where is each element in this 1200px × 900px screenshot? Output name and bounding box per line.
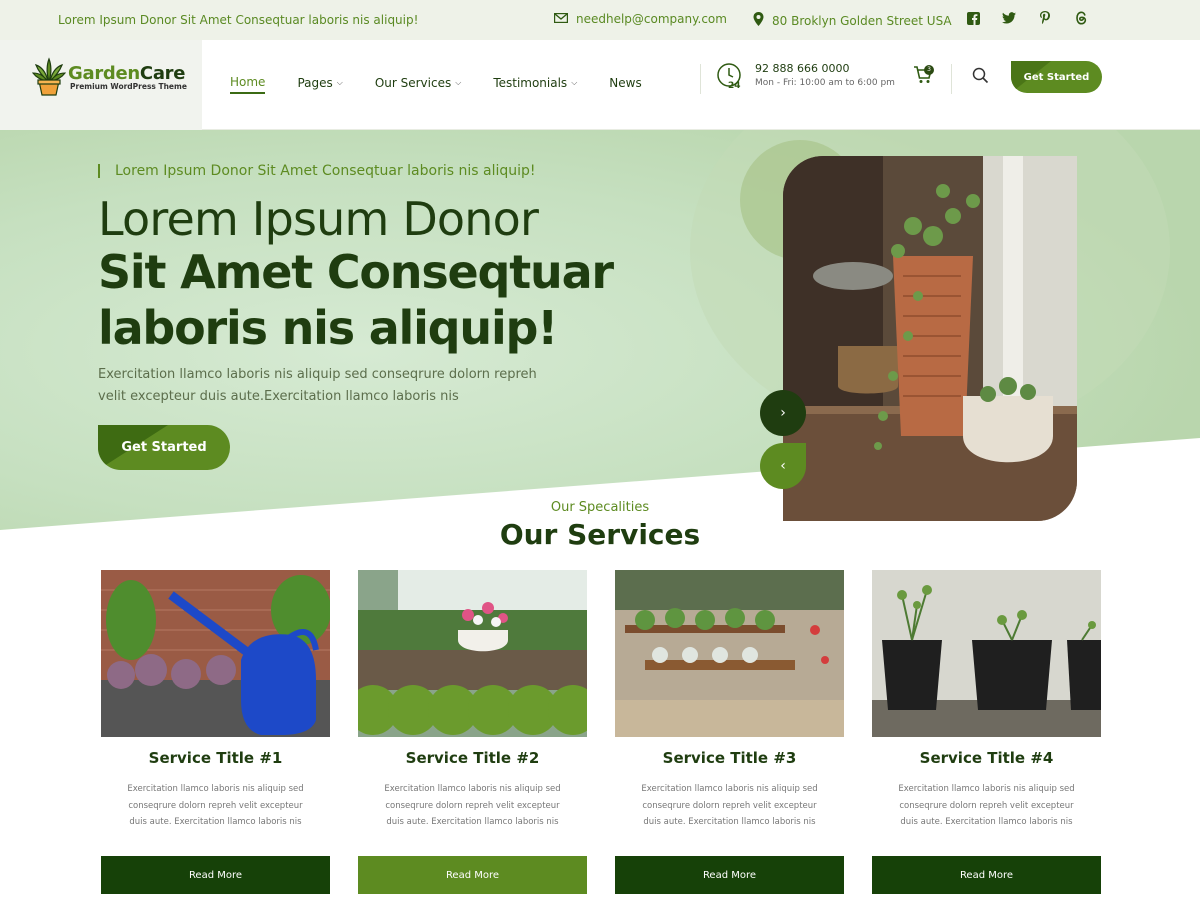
logo-title: GardenCare: [68, 63, 186, 84]
address-text: 80 Broklyn Golden Street USA: [772, 13, 952, 28]
site-header: GardenCare Premium WordPress Theme Home …: [0, 40, 1200, 130]
nav-our-services[interactable]: Our Services ⌵: [375, 72, 461, 94]
twitter-icon[interactable]: [1002, 11, 1016, 25]
divider: [951, 64, 952, 94]
hero-get-started-button[interactable]: Get Started: [98, 425, 230, 470]
top-address: 80 Broklyn Golden Street USA: [753, 12, 952, 29]
service-title: Service Title #4: [919, 749, 1054, 767]
services-grid: Service Title #1 Exercitation llamco lab…: [101, 570, 1101, 894]
threads-icon[interactable]: [1074, 11, 1088, 25]
chevron-down-icon: ⌵: [455, 78, 462, 87]
service-image: [358, 570, 587, 737]
hero-description: Exercitation llamco laboris nis aliquip …: [98, 367, 537, 404]
social-links: [966, 11, 1088, 25]
search-icon[interactable]: [972, 67, 989, 88]
pinterest-icon[interactable]: [1038, 11, 1052, 25]
read-more-button[interactable]: Read More: [101, 856, 330, 894]
service-text: Exercitation llamco laboris nis aliquip …: [127, 784, 304, 827]
opening-hours: Mon - Fri: 10:00 am to 6:00 pm: [755, 78, 895, 88]
slider-next-button[interactable]: ›: [760, 390, 806, 436]
nav-home[interactable]: Home: [230, 72, 266, 94]
chevron-left-icon: ‹: [780, 458, 786, 474]
service-card: Service Title #1 Exercitation llamco lab…: [101, 570, 330, 894]
service-image: [615, 570, 844, 737]
read-more-button[interactable]: Read More: [615, 856, 844, 894]
svg-text:24: 24: [728, 81, 741, 90]
service-text: Exercitation llamco laboris nis aliquip …: [641, 784, 818, 827]
nav-pages[interactable]: Pages ⌵: [297, 72, 342, 94]
chevron-right-icon: ›: [780, 405, 786, 421]
facebook-icon[interactable]: [966, 11, 980, 25]
read-more-button[interactable]: Read More: [872, 856, 1101, 894]
service-card: Service Title #3 Exercitation llamco lab…: [615, 570, 844, 894]
service-image: [101, 570, 330, 737]
service-title: Service Title #3: [662, 749, 797, 767]
chevron-down-icon: ⌵: [336, 78, 343, 87]
email-text: needhelp@company.com: [576, 12, 727, 26]
top-bar: Lorem Ipsum Donor Sit Amet Conseqtuar la…: [0, 0, 1200, 40]
top-tagline: Lorem Ipsum Donor Sit Amet Conseqtuar la…: [58, 13, 419, 27]
service-title: Service Title #2: [405, 749, 540, 767]
service-text: Exercitation llamco laboris nis aliquip …: [898, 784, 1075, 827]
logo-subtitle: Premium WordPress Theme: [70, 82, 187, 91]
top-email[interactable]: needhelp@company.com: [553, 12, 727, 26]
hero-tagline: Lorem Ipsum Donor Sit Amet Conseqtuar la…: [98, 164, 536, 178]
hero-heading-line2: Sit Amet Conseqtuar laboris nis aliquip!: [98, 245, 614, 355]
service-title: Service Title #1: [148, 749, 283, 767]
nav-news[interactable]: News: [609, 72, 641, 94]
read-more-button[interactable]: Read More: [358, 856, 587, 894]
service-text: Exercitation llamco laboris nis aliquip …: [384, 784, 561, 827]
hero-plant-image: [783, 156, 1077, 521]
24h-support-icon: 24: [716, 62, 744, 94]
divider: [700, 64, 701, 94]
envelope-icon: [553, 12, 569, 26]
hero-heading-line1: Lorem Ipsum Donor: [98, 192, 539, 246]
phone-number[interactable]: 92 888 666 0000: [755, 62, 849, 75]
cart-count-badge: 3: [924, 65, 934, 75]
service-image: [872, 570, 1101, 737]
slider-prev-button[interactable]: ‹: [760, 443, 806, 489]
plant-pot-logo-icon: [31, 57, 67, 101]
service-card: Service Title #2 Exercitation llamco lab…: [358, 570, 587, 894]
services-eyebrow: Our Specalities: [550, 500, 650, 515]
location-pin-icon: [753, 12, 764, 29]
get-started-button[interactable]: Get Started: [1011, 61, 1102, 93]
nav-testimonials[interactable]: Testimonials ⌵: [493, 72, 577, 94]
service-card: Service Title #4 Exercitation llamco lab…: [872, 570, 1101, 894]
main-nav: Home Pages ⌵ Our Services ⌵ Testimonials ⌵ …: [230, 72, 674, 94]
services-title: Our Services: [499, 518, 701, 551]
chevron-down-icon: ⌵: [571, 78, 578, 87]
logo[interactable]: GardenCare Premium WordPress Theme: [0, 40, 202, 130]
